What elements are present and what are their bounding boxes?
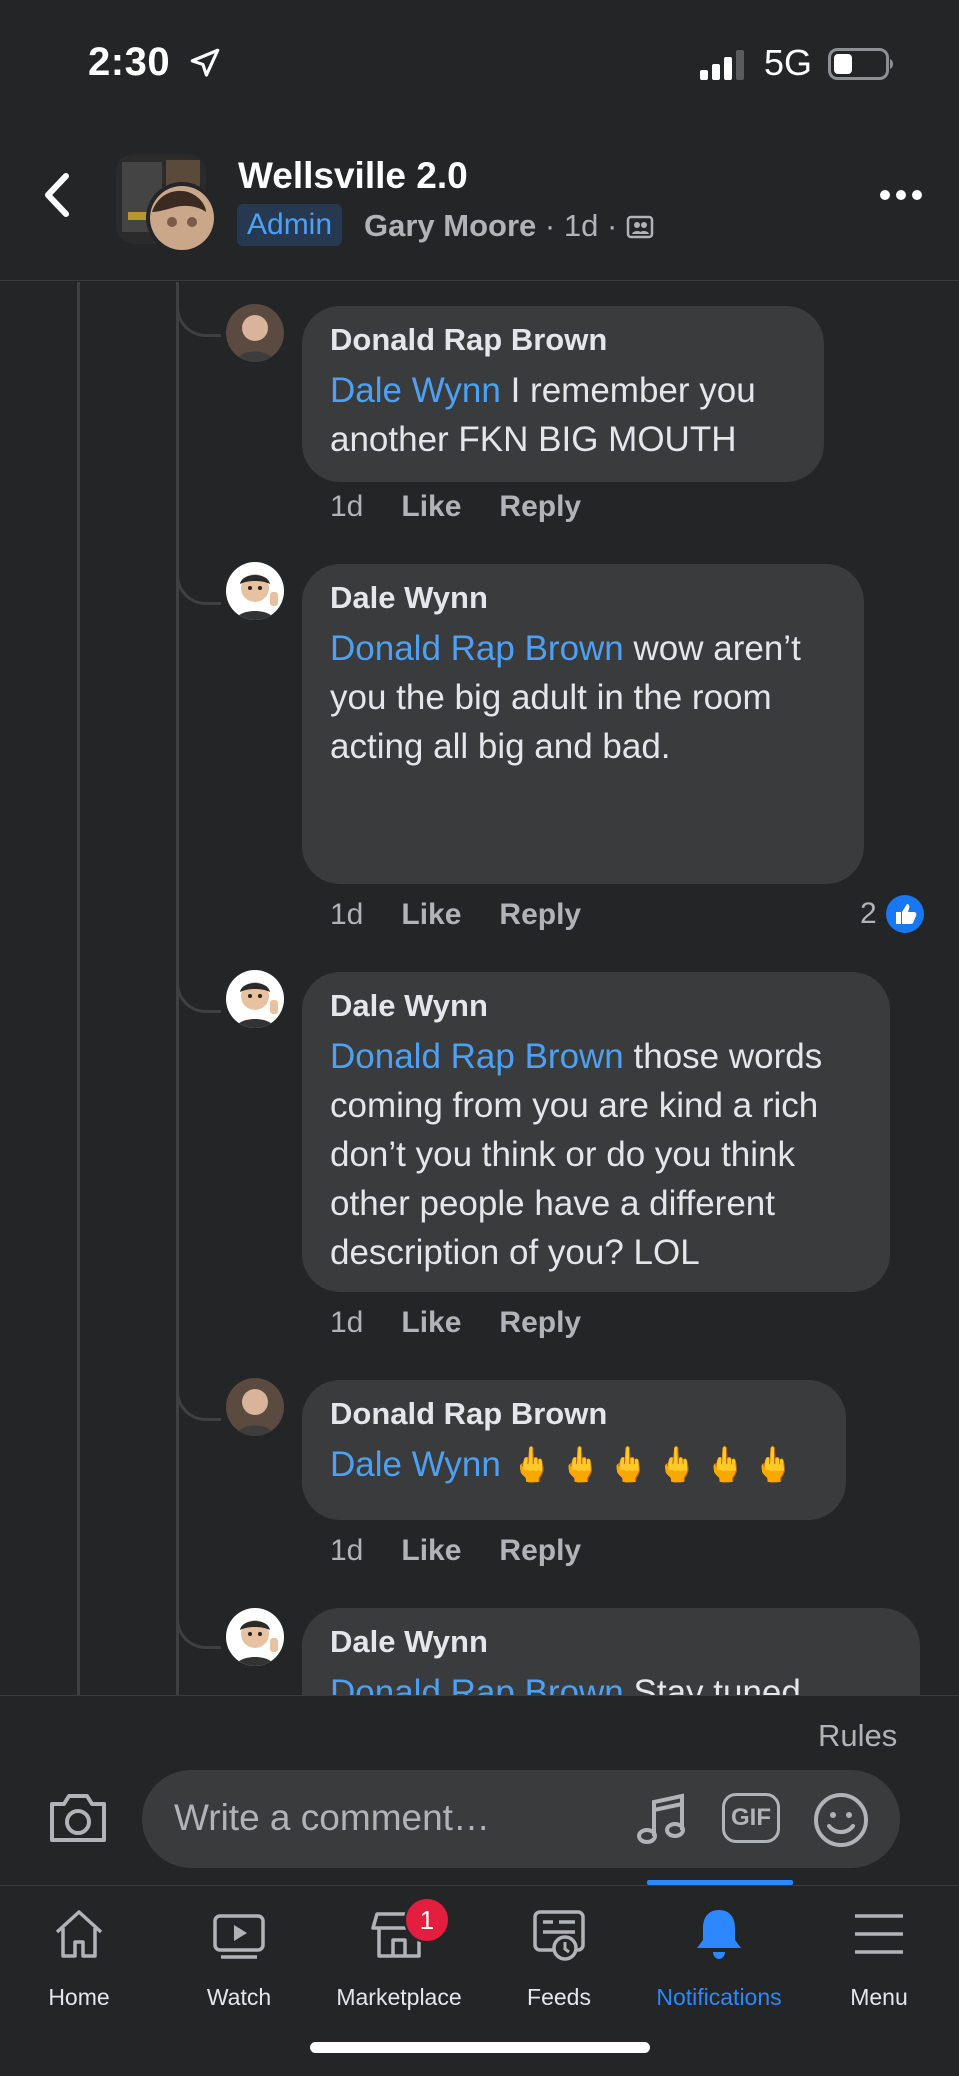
- comment-author[interactable]: Donald Rap Brown: [330, 1396, 818, 1432]
- comment-time[interactable]: 1d: [330, 1306, 363, 1339]
- comment-bubble[interactable]: Donald Rap Brown Dale Wynn I remember yo…: [302, 306, 824, 482]
- post-time[interactable]: 1d: [564, 208, 598, 243]
- active-tab-indicator: [647, 1880, 793, 1885]
- comment-actions: 1d Like Reply: [330, 898, 619, 932]
- comment-author[interactable]: Dale Wynn: [330, 1624, 892, 1660]
- back-button[interactable]: [38, 170, 78, 220]
- menu-icon: [855, 1914, 903, 1954]
- avatar[interactable]: [226, 970, 284, 1028]
- tab-label: Watch: [206, 1984, 272, 2010]
- thread-line-outer: [77, 282, 80, 1695]
- home-icon: [55, 1910, 103, 1958]
- reply-connector: [176, 1604, 221, 1649]
- music-note-icon[interactable]: [634, 1792, 690, 1848]
- avatar[interactable]: [226, 1608, 284, 1666]
- comment-author[interactable]: Dale Wynn: [330, 988, 862, 1024]
- reply-button[interactable]: Reply: [499, 490, 581, 523]
- comment-time[interactable]: 1d: [330, 490, 363, 523]
- tab-label: Marketplace: [336, 1984, 462, 2010]
- like-button[interactable]: Like: [401, 490, 461, 523]
- avatar[interactable]: [226, 562, 284, 620]
- comment-bubble[interactable]: Donald Rap Brown Dale Wynn 🖕🖕🖕🖕🖕🖕: [302, 1380, 846, 1520]
- comment-actions: 1d Like Reply: [330, 1534, 619, 1568]
- reaction-summary[interactable]: 2: [860, 894, 925, 934]
- reply-connector: [176, 1376, 221, 1421]
- signal-icon: [700, 50, 744, 80]
- emoji-icon[interactable]: [812, 1791, 870, 1849]
- comment-author[interactable]: Donald Rap Brown: [330, 322, 796, 358]
- tab-feeds[interactable]: Feeds: [484, 1900, 634, 2010]
- comment-bubble[interactable]: Dale Wynn Donald Rap Brown wow aren’t yo…: [302, 564, 864, 884]
- tab-label: Home: [48, 1984, 110, 2010]
- reply-connector: [176, 968, 221, 1013]
- like-button[interactable]: Like: [401, 1534, 461, 1567]
- group-members-icon: [626, 215, 654, 239]
- more-options-button[interactable]: [876, 180, 926, 210]
- comment-time[interactable]: 1d: [330, 898, 363, 931]
- comment-text: Donald Rap Brown Stay tuned: [330, 1668, 892, 1696]
- reply-connector: [176, 282, 221, 337]
- gif-button[interactable]: GIF: [722, 1793, 780, 1843]
- battery-icon: [828, 48, 893, 80]
- comment-actions: 1d Like Reply: [330, 1306, 619, 1340]
- comment-author[interactable]: Dale Wynn: [330, 580, 836, 616]
- comment-actions: 1d Like Reply: [330, 490, 619, 524]
- status-time: 2:30: [88, 40, 171, 84]
- like-button[interactable]: Like: [401, 898, 461, 931]
- mention-link[interactable]: Donald Rap Brown: [330, 1037, 624, 1076]
- mention-link[interactable]: Dale Wynn: [330, 1445, 501, 1484]
- comment-text: Donald Rap Brown wow aren’t you the big …: [330, 629, 801, 766]
- mention-link[interactable]: Donald Rap Brown: [330, 1673, 624, 1696]
- comment-text: Donald Rap Brown those words coming from…: [330, 1037, 823, 1272]
- comment-bubble[interactable]: Dale Wynn Donald Rap Brown Stay tuned: [302, 1608, 920, 1696]
- tab-label: Feeds: [527, 1984, 591, 2010]
- group-avatar[interactable]: [116, 152, 224, 256]
- tab-home[interactable]: Home: [4, 1900, 154, 2010]
- mention-link[interactable]: Dale Wynn: [330, 371, 501, 410]
- comment-bubble[interactable]: Dale Wynn Donald Rap Brown those words c…: [302, 972, 890, 1292]
- tab-notifications[interactable]: Notifications: [644, 1900, 794, 2010]
- reaction-count: 2: [860, 897, 877, 930]
- emoji-text: 🖕🖕🖕🖕🖕🖕: [510, 1446, 801, 1484]
- comment-text: Dale Wynn I remember you another FKN BIG…: [330, 371, 756, 459]
- tab-marketplace[interactable]: Marketplace: [324, 1900, 474, 2010]
- reply-button[interactable]: Reply: [499, 1534, 581, 1567]
- admin-badge: Admin: [237, 204, 343, 246]
- watch-icon: [213, 1914, 265, 1959]
- reply-button[interactable]: Reply: [499, 1306, 581, 1339]
- camera-icon[interactable]: [46, 1790, 110, 1846]
- tab-watch[interactable]: Watch: [164, 1900, 314, 2010]
- rules-link[interactable]: Rules: [818, 1718, 897, 1754]
- tab-label: Notifications: [656, 1984, 782, 2010]
- bell-icon: [697, 1910, 741, 1959]
- comment-text: Dale Wynn 🖕🖕🖕🖕🖕🖕: [330, 1440, 818, 1490]
- mention-link[interactable]: Donald Rap Brown: [330, 629, 624, 668]
- reply-button[interactable]: Reply: [499, 898, 581, 931]
- comment-placeholder: Write a comment…: [174, 1797, 490, 1838]
- network-label: 5G: [764, 42, 813, 83]
- marketplace-badge: 1: [404, 1897, 450, 1943]
- like-button[interactable]: Like: [401, 1306, 461, 1339]
- reply-connector: [176, 560, 221, 605]
- location-arrow-icon: [190, 48, 220, 77]
- tab-label: Menu: [850, 1984, 908, 2010]
- feeds-icon: [533, 1910, 585, 1961]
- like-reaction-icon: [886, 895, 925, 933]
- avatar[interactable]: [226, 304, 284, 362]
- comment-time[interactable]: 1d: [330, 1534, 363, 1567]
- tab-menu[interactable]: Menu: [804, 1900, 954, 2010]
- post-meta: Gary Moore · 1d ·: [364, 208, 654, 244]
- avatar[interactable]: [226, 1378, 284, 1436]
- group-title[interactable]: Wellsville 2.0: [238, 155, 468, 197]
- post-author[interactable]: Gary Moore: [364, 208, 536, 243]
- home-indicator: [310, 2042, 650, 2053]
